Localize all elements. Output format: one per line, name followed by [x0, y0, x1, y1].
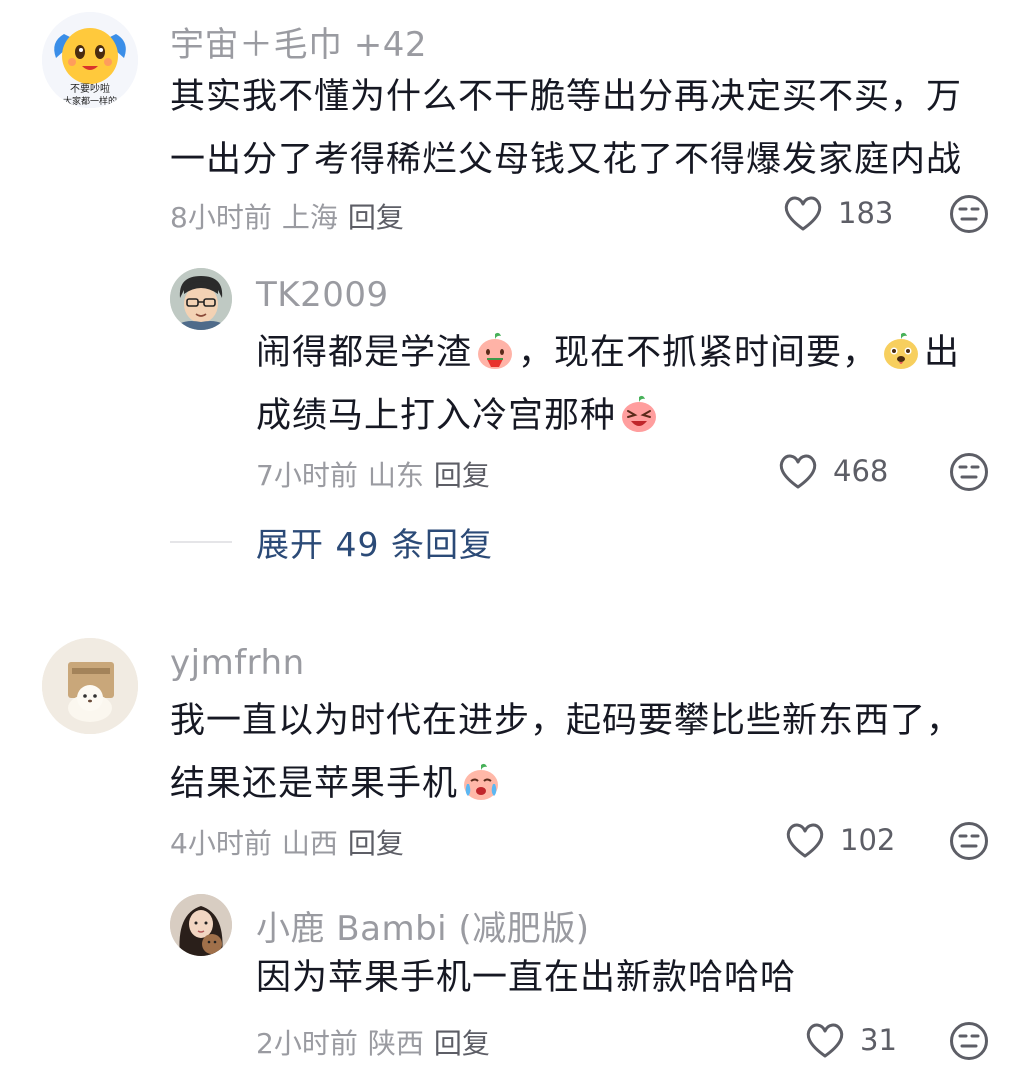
reply-1-username[interactable]: TK2009 [256, 275, 389, 315]
avatar-3[interactable] [42, 638, 138, 734]
reply-2-time: 2小时前 [256, 1027, 358, 1060]
neutral-face-icon [950, 195, 988, 233]
avatar-1-image: 不要吵啦 大家都一样的 [42, 12, 138, 108]
comment-1-time: 8小时前 [170, 201, 272, 234]
reply-2-like-button[interactable]: 31 [804, 1021, 897, 1059]
comment-2-line-1: 我一直以为时代在进步，起码要攀比些新东西了， [170, 701, 963, 741]
comment-2-meta: 4小时前 山西 回复 [170, 822, 414, 862]
crying-emoji-icon [464, 763, 499, 800]
comment-1-line-1: 其实我不懂为什么不干脆等出分再决定买不买，万 [170, 77, 963, 117]
reply-1-meta: 7小时前 山东 回复 [256, 454, 500, 494]
comment-2-like-count: 102 [840, 823, 896, 857]
reply-2-location: 陕西 [367, 1027, 424, 1060]
comment-1-meta: 8小时前 上海 回复 [170, 196, 414, 236]
reply-1-dislike-button[interactable] [949, 452, 989, 492]
comment-1-line-2: 一出分了考得稀烂父母钱又花了不得爆发家庭内战 [170, 140, 963, 180]
comment-2-reply-button[interactable]: 回复 [348, 827, 404, 860]
expand-replies-button[interactable]: 展开 49 条回复 [170, 518, 493, 566]
avatar-1[interactable]: 不要吵啦 大家都一样的 [42, 12, 138, 108]
neutral-face-icon [950, 822, 988, 860]
comment-2-dislike-button[interactable] [949, 821, 989, 861]
reply-2-reply-button[interactable]: 回复 [434, 1027, 490, 1060]
heart-outline-icon [779, 454, 817, 489]
comment-2-like-button[interactable]: 102 [784, 821, 895, 859]
reply-1-line-2: 成绩马上打入冷宫那种 [256, 385, 996, 448]
comment-1-like-button[interactable]: 183 [782, 194, 893, 232]
comment-1-reply-button[interactable]: 回复 [348, 201, 404, 234]
reply-1-text: 闹得都是学渣 ，现在不抓紧时间要， 出 成绩马上打入冷宫那种 [256, 322, 996, 448]
comment-1-dislike-button[interactable] [949, 194, 989, 234]
heart-outline-icon [784, 196, 822, 231]
comment-2-location: 山西 [281, 827, 338, 860]
comment-1-like-count: 183 [838, 196, 894, 230]
comment-2-username[interactable]: yjmfrhn [170, 643, 305, 683]
reply-1-reply-button[interactable]: 回复 [434, 459, 490, 492]
avatar-2-image [170, 268, 232, 330]
comment-1-text: 其实我不懂为什么不干脆等出分再决定买不买，万 一出分了考得稀烂父母钱又花了不得爆… [170, 66, 962, 192]
neutral-face-icon [950, 453, 988, 491]
expand-replies-label: 展开 49 条回复 [256, 525, 493, 564]
expand-divider [170, 541, 232, 543]
comment-2-line-2-text: 结果还是苹果手机 [170, 764, 459, 804]
avatar-3-image [42, 638, 138, 734]
reply-1-like-button[interactable]: 468 [777, 452, 888, 490]
avatar-4[interactable] [170, 894, 232, 956]
laughing-emoji-icon [622, 395, 657, 432]
reply-1-like-count: 468 [833, 454, 889, 488]
reply-1-text-part-2: ，现在不抓紧时间要， [518, 333, 879, 373]
reply-1-location: 山东 [367, 459, 424, 492]
heart-outline-icon [806, 1023, 844, 1058]
reply-2-like-count: 31 [860, 1023, 897, 1057]
avatar-2[interactable] [170, 268, 232, 330]
dog-emoji-icon [884, 332, 919, 369]
comment-1-username[interactable]: 宇宙＋毛巾 +42 [170, 17, 427, 66]
comment-1-location: 上海 [281, 201, 338, 234]
reply-2-meta: 2小时前 陕西 回复 [256, 1022, 500, 1062]
comment-2-text: 我一直以为时代在进步，起码要攀比些新东西了， 结果还是苹果手机 [170, 690, 962, 816]
neutral-face-icon [950, 1022, 988, 1060]
avatar-4-image [170, 894, 232, 956]
reply-1-text-part-4: 成绩马上打入冷宫那种 [256, 396, 617, 436]
reply-1-line-1: 闹得都是学渣 ，现在不抓紧时间要， 出 [256, 322, 996, 385]
comment-2-time: 4小时前 [170, 827, 272, 860]
reply-2-dislike-button[interactable] [949, 1021, 989, 1061]
reply-1-text-part-1: 闹得都是学渣 [256, 333, 473, 373]
reply-1-text-part-3: 出 [924, 333, 961, 373]
reply-2-text: 因为苹果手机一直在出新款哈哈哈 [256, 947, 796, 1010]
watermelon-emoji-icon [478, 332, 513, 369]
reply-2-line-1: 因为苹果手机一直在出新款哈哈哈 [256, 958, 797, 998]
reply-1-time: 7小时前 [256, 459, 358, 492]
avatar-1-caption-1: 不要吵啦 [70, 82, 110, 95]
avatar-1-caption-2: 大家都一样的 [63, 95, 117, 107]
comment-2-line-2: 结果还是苹果手机 [170, 753, 962, 816]
heart-outline-icon [786, 823, 824, 858]
reply-2-username[interactable]: 小鹿 Bambi (减肥版) [256, 901, 589, 950]
